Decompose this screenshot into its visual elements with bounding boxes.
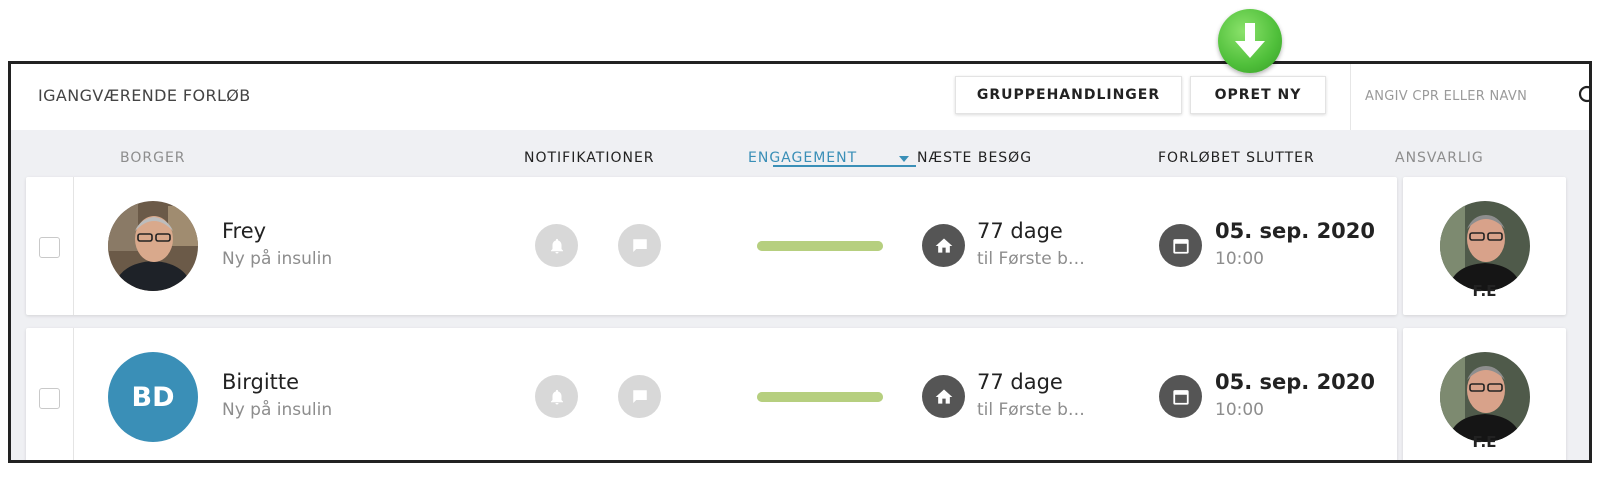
- column-header-responsible[interactable]: ANSVARLIG: [1395, 150, 1484, 166]
- column-header-engagement[interactable]: ENGAGEMENT: [748, 150, 857, 166]
- engagement-fill: [757, 241, 883, 251]
- row-select-cell: [26, 328, 74, 460]
- citizen-subtitle: Ny på insulin: [222, 400, 333, 420]
- citizen-subtitle: Ny på insulin: [222, 249, 333, 269]
- table-row[interactable]: Frey Ny på insulin 77 dage til Første b……: [26, 177, 1581, 315]
- next-visit-days: 77 dage: [977, 219, 1063, 243]
- responsible-initials: F.E: [1472, 282, 1497, 300]
- sort-indicator: [773, 165, 916, 167]
- citizen-name[interactable]: Birgitte: [222, 370, 299, 394]
- responsible-avatar: [1440, 201, 1530, 291]
- row-checkbox[interactable]: [39, 237, 60, 258]
- course-end-time: 10:00: [1215, 249, 1264, 269]
- table-row[interactable]: BD Birgitte Ny på insulin 77 dage til Fø…: [26, 328, 1581, 460]
- chat-icon[interactable]: [618, 224, 661, 267]
- search-input[interactable]: [1365, 84, 1560, 108]
- column-header-next-visit[interactable]: NÆSTE BESØG: [917, 150, 1032, 166]
- page-title: IGANGVÆRENDE FORLØB: [38, 86, 251, 105]
- row-card: Frey Ny på insulin 77 dage til Første b……: [26, 177, 1397, 315]
- row-select-cell: [26, 177, 74, 315]
- responsible-card[interactable]: F.E: [1403, 177, 1566, 315]
- engagement-fill: [757, 392, 883, 402]
- engagement-bar: [757, 241, 883, 251]
- bell-icon[interactable]: [535, 375, 578, 418]
- column-header-course-ends[interactable]: FORLØBET SLUTTER: [1158, 150, 1315, 166]
- course-end-date: 05. sep. 2020: [1215, 370, 1376, 394]
- course-end-date: 05. sep. 2020: [1215, 219, 1376, 243]
- avatar: [108, 201, 198, 291]
- next-visit-detail: til Første b…: [977, 249, 1085, 269]
- column-header-citizen[interactable]: BORGER: [120, 150, 186, 166]
- avatar: BD: [108, 352, 198, 442]
- chat-icon[interactable]: [618, 375, 661, 418]
- bell-icon[interactable]: [535, 224, 578, 267]
- home-icon: [922, 375, 965, 418]
- citizen-name[interactable]: Frey: [222, 219, 266, 243]
- course-list-panel: IGANGVÆRENDE FORLØB GRUPPEHANDLINGER OPR…: [8, 61, 1592, 463]
- home-icon: [922, 224, 965, 267]
- calendar-icon: [1159, 224, 1202, 267]
- calendar-icon: [1159, 375, 1202, 418]
- column-header-notifications[interactable]: NOTIFIKATIONER: [524, 150, 655, 166]
- top-bar: IGANGVÆRENDE FORLØB GRUPPEHANDLINGER OPR…: [11, 64, 1589, 130]
- row-checkbox[interactable]: [39, 388, 60, 409]
- row-card: BD Birgitte Ny på insulin 77 dage til Fø…: [26, 328, 1397, 460]
- create-new-button[interactable]: OPRET NY: [1190, 76, 1326, 114]
- group-actions-button[interactable]: GRUPPEHANDLINGER: [955, 76, 1182, 114]
- responsible-card[interactable]: F.E: [1403, 328, 1566, 460]
- download-arrow-icon: [1218, 9, 1282, 73]
- next-visit-detail: til Første b…: [977, 400, 1085, 420]
- responsible-avatar: [1440, 352, 1530, 442]
- search-box: [1350, 64, 1592, 130]
- responsible-initials: F.E: [1472, 433, 1497, 451]
- course-end-time: 10:00: [1215, 400, 1264, 420]
- table-header: BORGER NOTIFIKATIONER ENGAGEMENT NÆSTE B…: [11, 130, 1589, 178]
- search-icon[interactable]: [1577, 84, 1592, 108]
- engagement-bar: [757, 392, 883, 402]
- sort-down-icon[interactable]: [899, 156, 909, 162]
- next-visit-days: 77 dage: [977, 370, 1063, 394]
